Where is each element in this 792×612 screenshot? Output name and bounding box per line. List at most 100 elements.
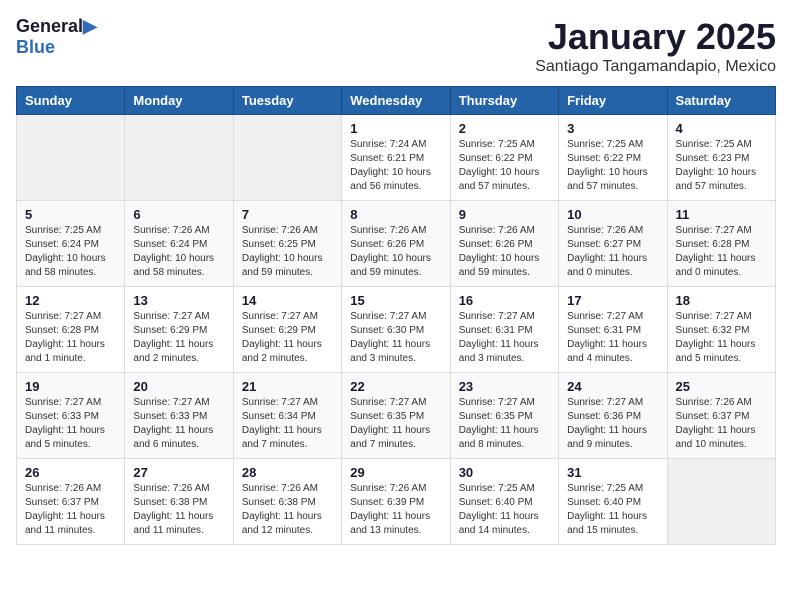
- logo-triangle-icon: ▶: [83, 16, 97, 36]
- calendar-cell: 1Sunrise: 7:24 AM Sunset: 6:21 PM Daylig…: [342, 115, 450, 201]
- calendar-cell: 12 Sunrise: 7:27 AM Sunset: 6:28 PM Dayli…: [17, 287, 125, 373]
- day-number: 13: [133, 293, 224, 308]
- day-info: Sunrise: 7:26 AM Sunset: 6:39 PM Dayligh…: [350, 482, 441, 538]
- weekday-header-friday: Friday: [559, 87, 667, 115]
- calendar-cell: 30 Sunrise: 7:25 AM Sunset: 6:40 PM Dayli…: [450, 459, 558, 545]
- day-number: 25: [676, 379, 767, 394]
- day-info: Sunrise: 7:27 AM Sunset: 6:36 PM Dayligh…: [567, 396, 658, 452]
- calendar-cell: 3Sunrise: 7:25 AM Sunset: 6:22 PM Daylig…: [559, 115, 667, 201]
- day-number: 23: [459, 379, 550, 394]
- calendar-table: SundayMondayTuesdayWednesdayThursdayFrid…: [16, 86, 776, 545]
- day-info: Sunrise: 7:27 AM Sunset: 6:28 PM Dayligh…: [25, 310, 116, 366]
- calendar-cell: 16 Sunrise: 7:27 AM Sunset: 6:31 PM Dayli…: [450, 287, 558, 373]
- weekday-header-wednesday: Wednesday: [342, 87, 450, 115]
- day-number: 3: [567, 121, 658, 136]
- day-number: 17: [567, 293, 658, 308]
- day-info: Sunrise: 7:27 AM Sunset: 6:31 PM Dayligh…: [459, 310, 550, 366]
- day-info: Sunrise: 7:26 AM Sunset: 6:25 PM Dayligh…: [242, 224, 333, 280]
- day-info: Sunrise: 7:25 AM Sunset: 6:22 PM Dayligh…: [459, 138, 550, 194]
- day-info: Sunrise: 7:27 AM Sunset: 6:32 PM Dayligh…: [676, 310, 767, 366]
- day-info: Sunrise: 7:27 AM Sunset: 6:29 PM Dayligh…: [133, 310, 224, 366]
- location-title: Santiago Tangamandapio, Mexico: [535, 58, 776, 76]
- day-number: 1: [350, 121, 441, 136]
- calendar-cell: [125, 115, 233, 201]
- calendar-week-row: 26Sunrise: 7:26 AM Sunset: 6:37 PM Dayli…: [17, 459, 776, 545]
- calendar-week-row: 1Sunrise: 7:24 AM Sunset: 6:21 PM Daylig…: [17, 115, 776, 201]
- month-title: January 2025: [535, 16, 776, 58]
- weekday-header-monday: Monday: [125, 87, 233, 115]
- calendar-cell: 29 Sunrise: 7:26 AM Sunset: 6:39 PM Dayli…: [342, 459, 450, 545]
- day-number: 29: [350, 465, 441, 480]
- day-number: 21: [242, 379, 333, 394]
- day-info: Sunrise: 7:27 AM Sunset: 6:33 PM Dayligh…: [25, 396, 116, 452]
- logo-text: General▶ Blue: [16, 16, 97, 58]
- calendar-cell: 24 Sunrise: 7:27 AM Sunset: 6:36 PM Dayli…: [559, 373, 667, 459]
- calendar-week-row: 5 Sunrise: 7:25 AM Sunset: 6:24 PM Daylig…: [17, 201, 776, 287]
- calendar-week-row: 12 Sunrise: 7:27 AM Sunset: 6:28 PM Dayli…: [17, 287, 776, 373]
- day-number: 30: [459, 465, 550, 480]
- day-number: 28: [242, 465, 333, 480]
- day-info: Sunrise: 7:27 AM Sunset: 6:33 PM Dayligh…: [133, 396, 224, 452]
- day-info: Sunrise: 7:26 AM Sunset: 6:24 PM Dayligh…: [133, 224, 224, 280]
- day-info: Sunrise: 7:27 AM Sunset: 6:30 PM Dayligh…: [350, 310, 441, 366]
- day-number: 18: [676, 293, 767, 308]
- day-info: Sunrise: 7:26 AM Sunset: 6:38 PM Dayligh…: [242, 482, 333, 538]
- day-info: Sunrise: 7:26 AM Sunset: 6:37 PM Dayligh…: [25, 482, 116, 538]
- day-number: 6: [133, 207, 224, 222]
- calendar-cell: 18 Sunrise: 7:27 AM Sunset: 6:32 PM Dayli…: [667, 287, 775, 373]
- day-info: Sunrise: 7:26 AM Sunset: 6:27 PM Dayligh…: [567, 224, 658, 280]
- calendar-cell: 10 Sunrise: 7:26 AM Sunset: 6:27 PM Dayli…: [559, 201, 667, 287]
- day-number: 19: [25, 379, 116, 394]
- day-number: 4: [676, 121, 767, 136]
- calendar-cell: 25 Sunrise: 7:26 AM Sunset: 6:37 PM Dayli…: [667, 373, 775, 459]
- calendar-cell: 7Sunrise: 7:26 AM Sunset: 6:25 PM Daylig…: [233, 201, 341, 287]
- title-section: January 2025 Santiago Tangamandapio, Mex…: [535, 16, 776, 76]
- calendar-cell: [17, 115, 125, 201]
- day-info: Sunrise: 7:25 AM Sunset: 6:40 PM Dayligh…: [459, 482, 550, 538]
- weekday-header-thursday: Thursday: [450, 87, 558, 115]
- calendar-cell: 28 Sunrise: 7:26 AM Sunset: 6:38 PM Dayli…: [233, 459, 341, 545]
- day-info: Sunrise: 7:26 AM Sunset: 6:37 PM Dayligh…: [676, 396, 767, 452]
- day-number: 11: [676, 207, 767, 222]
- day-info: Sunrise: 7:27 AM Sunset: 6:35 PM Dayligh…: [459, 396, 550, 452]
- header: General▶ Blue January 2025 Santiago Tang…: [16, 16, 776, 76]
- day-info: Sunrise: 7:27 AM Sunset: 6:28 PM Dayligh…: [676, 224, 767, 280]
- day-number: 15: [350, 293, 441, 308]
- day-info: Sunrise: 7:26 AM Sunset: 6:26 PM Dayligh…: [350, 224, 441, 280]
- weekday-header-row: SundayMondayTuesdayWednesdayThursdayFrid…: [17, 87, 776, 115]
- logo: General▶ Blue: [16, 16, 97, 58]
- calendar-cell: 5 Sunrise: 7:25 AM Sunset: 6:24 PM Daylig…: [17, 201, 125, 287]
- calendar-cell: 8 Sunrise: 7:26 AM Sunset: 6:26 PM Daylig…: [342, 201, 450, 287]
- calendar-cell: 22Sunrise: 7:27 AM Sunset: 6:35 PM Dayli…: [342, 373, 450, 459]
- calendar-cell: 23 Sunrise: 7:27 AM Sunset: 6:35 PM Dayli…: [450, 373, 558, 459]
- day-number: 16: [459, 293, 550, 308]
- calendar-cell: 14Sunrise: 7:27 AM Sunset: 6:29 PM Dayli…: [233, 287, 341, 373]
- day-number: 31: [567, 465, 658, 480]
- day-number: 9: [459, 207, 550, 222]
- calendar-cell: 21 Sunrise: 7:27 AM Sunset: 6:34 PM Dayli…: [233, 373, 341, 459]
- weekday-header-sunday: Sunday: [17, 87, 125, 115]
- day-number: 12: [25, 293, 116, 308]
- weekday-header-saturday: Saturday: [667, 87, 775, 115]
- calendar-cell: 11 Sunrise: 7:27 AM Sunset: 6:28 PM Dayli…: [667, 201, 775, 287]
- day-number: 20: [133, 379, 224, 394]
- day-number: 5: [25, 207, 116, 222]
- day-info: Sunrise: 7:26 AM Sunset: 6:26 PM Dayligh…: [459, 224, 550, 280]
- calendar-cell: 6 Sunrise: 7:26 AM Sunset: 6:24 PM Daylig…: [125, 201, 233, 287]
- day-info: Sunrise: 7:27 AM Sunset: 6:34 PM Dayligh…: [242, 396, 333, 452]
- day-number: 2: [459, 121, 550, 136]
- day-info: Sunrise: 7:27 AM Sunset: 6:29 PM Dayligh…: [242, 310, 333, 366]
- calendar-cell: 27Sunrise: 7:26 AM Sunset: 6:38 PM Dayli…: [125, 459, 233, 545]
- calendar-week-row: 19 Sunrise: 7:27 AM Sunset: 6:33 PM Dayli…: [17, 373, 776, 459]
- calendar-cell: 17Sunrise: 7:27 AM Sunset: 6:31 PM Dayli…: [559, 287, 667, 373]
- logo-blue: Blue: [16, 37, 55, 57]
- day-number: 8: [350, 207, 441, 222]
- day-info: Sunrise: 7:25 AM Sunset: 6:24 PM Dayligh…: [25, 224, 116, 280]
- day-info: Sunrise: 7:26 AM Sunset: 6:38 PM Dayligh…: [133, 482, 224, 538]
- day-number: 24: [567, 379, 658, 394]
- day-number: 10: [567, 207, 658, 222]
- calendar-cell: 9 Sunrise: 7:26 AM Sunset: 6:26 PM Daylig…: [450, 201, 558, 287]
- day-info: Sunrise: 7:25 AM Sunset: 6:23 PM Dayligh…: [676, 138, 767, 194]
- calendar-cell: 31Sunrise: 7:25 AM Sunset: 6:40 PM Dayli…: [559, 459, 667, 545]
- day-number: 22: [350, 379, 441, 394]
